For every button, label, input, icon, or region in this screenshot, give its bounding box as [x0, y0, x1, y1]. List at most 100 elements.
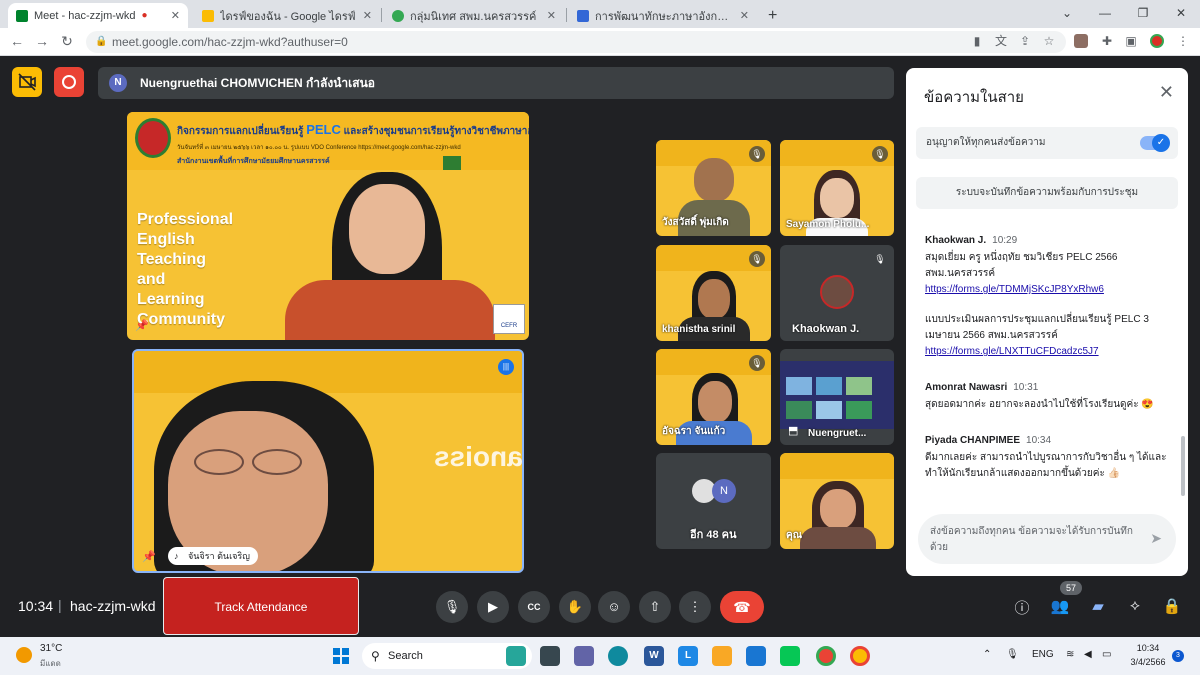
people-icon[interactable]: 👥 [1050, 597, 1070, 615]
tab-meet[interactable]: Meet - hac-zzjm-wkd ● ✕ [8, 3, 188, 28]
more-options-button[interactable]: ⋮ [679, 591, 711, 623]
windows-taskbar: 31°C มีแดด Search W L ⌃ 🎙 ENG ≋ ◀ ▭ 10:3… [0, 637, 1200, 675]
tray-chevron-icon[interactable]: ⌃ [983, 649, 991, 660]
reactions-button[interactable]: ☺ [598, 591, 630, 623]
self-name-chip: จันจิรา ต้นเจริญ [168, 547, 258, 565]
tab-label: กลุ่มนิเทศ สพม.นครสวรรค์ [410, 10, 537, 23]
thumb-photo [816, 401, 842, 419]
slide-title-pre: กิจกรรมการแลกเปลี่ยนเรียนรู้ [177, 126, 304, 137]
allow-messages-toggle[interactable] [1140, 134, 1170, 152]
tab-close-icon[interactable]: ✕ [363, 9, 372, 22]
tab-close-icon[interactable]: ✕ [547, 9, 556, 22]
camera-button[interactable]: ▶ [477, 591, 509, 623]
l-app-icon[interactable]: L [678, 646, 698, 666]
tab-divider [566, 8, 567, 22]
translate-icon[interactable]: 文 [994, 34, 1008, 48]
tab-close-icon[interactable]: ✕ [171, 9, 180, 22]
presenter-shirt [285, 280, 495, 340]
participant-tile[interactable]: 🎙 Khaokwan J. [780, 245, 894, 341]
word-icon[interactable]: W [644, 646, 664, 666]
chat-scrollbar[interactable] [1181, 436, 1185, 496]
tray-date[interactable]: 3/4/2566 [1128, 657, 1168, 667]
pin-icon[interactable]: 📌 [135, 319, 149, 332]
tab-drive[interactable]: ไดรฟ์ของฉัน - Google ไดรฟ์ ✕ [194, 3, 380, 28]
message-text: สุดยอดมากค่ะ อยากจะลองนำไปใช้ที่โรงเรียน… [925, 399, 1154, 410]
address-bar[interactable]: 🔒 meet.google.com/hac-zzjm-wkd?authuser=… [86, 31, 1066, 53]
close-icon[interactable]: ✕ [1159, 82, 1174, 103]
slide-word: English [137, 231, 195, 248]
extensions-puzzle-icon[interactable]: ✚ [1100, 34, 1114, 48]
end-call-button[interactable]: ☎ [720, 591, 764, 623]
chat-message: Piyada CHANPIMEE 10:34 ดีมากเลยค่ะ สามารถ… [925, 435, 1171, 482]
pin-icon[interactable]: 📌 [142, 550, 156, 563]
language-indicator[interactable]: ENG [1032, 649, 1054, 660]
mic-off-icon: 🎙 [872, 146, 888, 162]
track-attendance-button[interactable]: Track Attendance [163, 577, 359, 635]
people-count-badge: 57 [1060, 581, 1082, 595]
participant-tile[interactable]: ⬒ Nuengruet... [780, 349, 894, 445]
camera-off-button[interactable] [12, 67, 42, 97]
volume-icon[interactable]: ◀ [1084, 649, 1092, 660]
presentation-tile[interactable]: กิจกรรมการแลกเปลี่ยนเรียนรู้ PELC และสร้… [127, 112, 529, 340]
self-view-tile[interactable]: lanoiss ||| 📌 จันจิรา ต้นเจริญ [132, 349, 524, 573]
reload-icon[interactable]: ↻ [58, 33, 76, 50]
chrome-profile-icon[interactable] [850, 646, 870, 666]
wifi-icon[interactable]: ≋ [1066, 649, 1074, 660]
participant-tile[interactable]: 🎙 อัจฉรา จันแก้ว [656, 349, 771, 445]
new-tab-button[interactable]: + [760, 3, 784, 28]
meeting-info-icon[interactable]: ⓘ [1012, 597, 1032, 618]
present-button[interactable]: ⇧ [639, 591, 671, 623]
chrome-icon[interactable] [816, 646, 836, 666]
sidepanel-icon[interactable]: ▣ [1124, 34, 1138, 48]
share-icon[interactable]: ⇪ [1018, 34, 1032, 48]
send-icon[interactable]: ➤ [1150, 530, 1162, 546]
message-link[interactable]: https://forms.gle/LNXTTuCFDcadzc5J7 [925, 344, 1171, 360]
activities-icon[interactable]: ⟡ [1125, 597, 1145, 614]
mirrored-slide-text: lanoiss [434, 441, 524, 472]
participant-tile[interactable]: 🎙 khanistha srinil [656, 245, 771, 341]
tray-mic-icon[interactable]: 🎙 [1006, 649, 1019, 660]
tab-english[interactable]: การพัฒนาทักษะภาษาอังกฤษ English ✕ [569, 3, 757, 28]
forward-icon[interactable]: → [33, 33, 51, 49]
restore-icon[interactable]: ❐ [1124, 0, 1162, 28]
close-window-icon[interactable]: ✕ [1162, 0, 1200, 28]
tab-group[interactable]: กลุ่มนิเทศ สพม.นครสวรรค์ ✕ [384, 3, 564, 28]
participant-tile[interactable]: คุณ [780, 453, 894, 549]
battery-icon[interactable]: ▭ [1102, 649, 1111, 660]
captions-button[interactable]: CC [518, 591, 550, 623]
raise-hand-button[interactable]: ✋ [559, 591, 591, 623]
recording-button[interactable] [54, 67, 84, 97]
browser-menu-icon[interactable]: ⋮ [1176, 34, 1190, 48]
extension-avatar-icon[interactable] [1074, 34, 1088, 48]
tab-divider [381, 8, 382, 22]
participant-tile[interactable]: 🎙 วังสวัสดิ์ พุ่มเกิด [656, 140, 771, 236]
edge-icon[interactable] [608, 646, 628, 666]
minimize-icon[interactable]: — [1086, 0, 1124, 28]
others-tile[interactable]: N อีก 48 คน [656, 453, 771, 549]
notification-badge[interactable]: 3 [1172, 650, 1184, 662]
message-link[interactable]: https://forms.gle/TDMMjSKcJP8YxRhw6 [925, 282, 1171, 298]
participant-name: คุณ [786, 530, 802, 541]
participant-tile[interactable]: 🎙 Sayamon Pholu... [780, 140, 894, 236]
search-highlight-icon [506, 646, 526, 666]
mail-icon[interactable] [746, 646, 766, 666]
tile-slide-header [780, 453, 894, 479]
tray-time[interactable]: 10:34 [1128, 643, 1168, 653]
chat-icon[interactable]: ▰ [1088, 597, 1108, 615]
task-view-icon[interactable] [540, 646, 560, 666]
back-icon[interactable]: ← [8, 33, 26, 49]
microphone-button[interactable]: 🎙 [436, 591, 468, 623]
line-icon[interactable] [780, 646, 800, 666]
bookmark-star-icon[interactable]: ☆ [1042, 34, 1056, 48]
message-sender: Piyada CHANPIMEE [925, 435, 1021, 446]
profile-avatar-icon[interactable] [1150, 34, 1164, 48]
chat-input[interactable]: ส่งข้อความถึงทุกคน ข้อความจะได้รับการบัน… [918, 514, 1176, 564]
tab-close-icon[interactable]: ✕ [740, 9, 749, 22]
host-controls-icon[interactable]: 🔒 [1162, 597, 1182, 615]
tab-search-icon[interactable]: ⌄ [1048, 0, 1086, 28]
windows-start-icon[interactable] [333, 648, 349, 664]
camera-icon[interactable]: ▮ [970, 34, 984, 48]
file-explorer-icon[interactable] [712, 646, 732, 666]
chat-panel: ข้อความในสาย ✕ อนุญาตให้ทุกคนส่งข้อความ … [906, 68, 1188, 576]
teams-chat-icon[interactable] [574, 646, 594, 666]
